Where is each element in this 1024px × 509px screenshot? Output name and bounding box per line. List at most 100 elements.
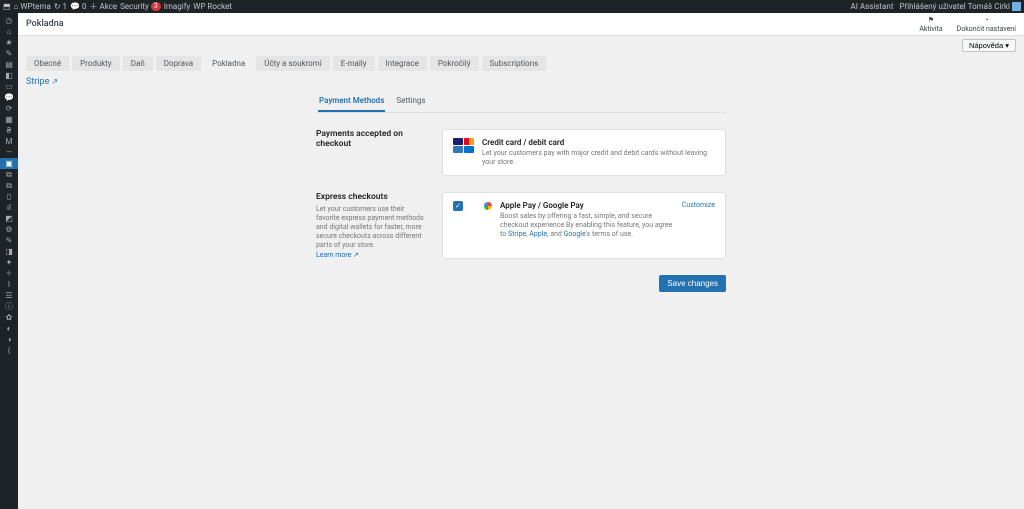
imagify-menu[interactable]: Imagify [164,2,191,11]
sidebar-item-3[interactable]: ✎ [0,48,18,59]
sidebar-item-12[interactable]: — [0,147,18,158]
sidebar-item-0[interactable]: ◷ [0,15,18,26]
tab-obecné[interactable]: Obecné [26,56,69,71]
google-icon [484,202,492,210]
accepted-payments-title: Payments accepted on checkout [316,129,426,149]
sidebar-item-30[interactable]: ⟨ [0,345,18,356]
tab-subscriptions[interactable]: Subscriptions [482,56,547,71]
save-changes-button[interactable]: Save changes [659,275,726,292]
express-checkbox[interactable]: ✓ [453,201,463,211]
section-accepted-payments: Payments accepted on checkout Credit car… [316,129,726,176]
credit-card-desc: Let your customers pay with major credit… [482,149,715,167]
amex-icon [453,146,463,153]
mastercard-icon [464,138,474,145]
customize-link[interactable]: Customize [682,201,715,209]
sidebar-item-2[interactable]: ★ [0,37,18,48]
sidebar-item-17[interactable]: ıl [0,202,18,213]
user-menu[interactable]: Přihlášený uživatel Tomáš Cirkl [899,2,1021,11]
sidebar-item-18[interactable]: ◩ [0,213,18,224]
stripe-panel: Payment Methods Settings Payments accept… [316,93,726,292]
sidebar-item-25[interactable]: ☰ [0,290,18,301]
sidebar-item-8[interactable]: ⟳ [0,103,18,114]
sidebar-item-16[interactable]: ▯ [0,191,18,202]
sidebar-item-19[interactable]: ⚙ [0,224,18,235]
sidebar-item-27[interactable]: ✿ [0,312,18,323]
apple-google-title: Apple Pay / Google Pay [500,201,674,210]
security-badge: 3 [151,2,161,11]
sidebar-item-29[interactable]: ◑ [0,334,18,345]
credit-card-card: Credit card / debit card Let your custom… [442,129,726,176]
progress-ring-icon: ◔ [984,16,988,24]
section-express-checkouts: Express checkouts Let your customers use… [316,192,726,259]
sidebar-item-14[interactable]: ⧉ [0,169,18,180]
help-button[interactable]: Nápověda ▾ [962,39,1016,52]
admin-bar-left: ⬒ ⌂ WPtema ↻ 1 💬 0 ＋ Akce Security 3 Ima… [3,1,232,12]
sidebar-item-11[interactable]: M [0,136,18,147]
updates[interactable]: ↻ 1 [54,2,67,11]
sidebar-item-4[interactable]: ▤ [0,59,18,70]
tab-doprava[interactable]: Doprava [156,56,201,71]
wp-logo-icon[interactable]: ⬒ [3,2,11,11]
tab-e-maily[interactable]: E-maily [333,56,375,71]
subtab-payment-methods[interactable]: Payment Methods [318,93,385,112]
sidebar-item-28[interactable]: ◐ [0,323,18,334]
site-name[interactable]: ⌂ WPtema [14,2,51,11]
express-title: Express checkouts [316,192,426,202]
sidebar-item-1[interactable]: ⌂ [0,26,18,37]
google-tos-link[interactable]: Google [564,230,586,238]
subtab-settings[interactable]: Settings [395,93,426,112]
credit-card-title: Credit card / debit card [482,138,715,147]
tab-pokročilý[interactable]: Pokročilý [430,56,479,71]
content-area: Pokladna ⚑ Aktivita ◔ Dokončit nastavení… [18,13,1024,509]
stripe-subtabs: Payment Methods Settings [316,93,726,113]
apple-google-desc: Boost sales by offering a fast, simple, … [500,212,674,239]
express-desc: Let your customers use their favorite ex… [316,205,426,250]
tab-daň[interactable]: Daň [123,56,153,71]
finish-setup-button[interactable]: ◔ Dokončit nastavení [957,16,1016,33]
stripe-section-label: Stripe↗ [18,71,1024,91]
external-link-icon: ↗ [51,77,58,86]
sidebar-item-26[interactable]: ⓘ [0,301,18,312]
wc-settings-tabs: ObecnéProduktyDaňDopravaPokladnaÚčty a s… [18,52,1024,71]
sidebar-item-10[interactable]: ₴ [0,125,18,136]
sidebar-item-23[interactable]: ✧ [0,268,18,279]
flag-icon: ⚑ [928,16,934,24]
sidebar-item-13[interactable]: ▣ [0,158,18,169]
comments[interactable]: 💬 0 [70,2,86,11]
tab-produkty[interactable]: Produkty [72,56,120,71]
sidebar-item-20[interactable]: ✎ [0,235,18,246]
admin-bar: ⬒ ⌂ WPtema ↻ 1 💬 0 ＋ Akce Security 3 Ima… [0,0,1024,13]
sidebar-item-6[interactable]: ▭ [0,81,18,92]
apple-icon [471,201,481,211]
tab-účty-a-soukromí[interactable]: Účty a soukromí [256,56,329,71]
page-title: Pokladna [26,19,64,29]
tab-pokladna[interactable]: Pokladna [204,56,253,71]
admin-bar-right: AI Assistant Přihlášený uživatel Tomáš C… [851,2,1022,11]
stripe-link[interactable]: Stripe↗ [26,77,58,87]
card-brand-icons [453,138,474,153]
apple-tos-link[interactable]: Apple [529,230,547,238]
sidebar-item-24[interactable]: ⌇ [0,279,18,290]
sidebar-item-5[interactable]: ◧ [0,70,18,81]
sidebar-item-15[interactable]: ⧉ [0,180,18,191]
visa-icon [453,138,463,145]
sidebar-item-7[interactable]: 💬 [0,92,18,103]
learn-more-link[interactable]: Learn more ↗ [316,251,359,259]
sidebar-item-21[interactable]: ◨ [0,246,18,257]
save-bar: Save changes [316,275,726,292]
sidebar-item-9[interactable]: ▦ [0,114,18,125]
ai-assistant[interactable]: AI Assistant [851,2,894,11]
new-content[interactable]: ＋ Akce [90,1,118,12]
avatar [1012,2,1021,11]
admin-sidebar: ◷⌂★✎▤◧▭💬⟳▦₴M—▣⧉⧉▯ıl◩⚙✎◨✦✧⌇☰ⓘ✿◐◑⟨ [0,13,18,509]
help-bar: Nápověda ▾ [18,36,1024,52]
apple-google-pay-card: ✓ Apple Pay / Google Pay Boost sales by … [442,192,726,259]
page-header: Pokladna ⚑ Aktivita ◔ Dokončit nastavení [18,13,1024,36]
security-menu[interactable]: Security 3 [120,2,161,11]
sidebar-item-22[interactable]: ✦ [0,257,18,268]
stripe-tos-link[interactable]: Stripe [508,230,526,238]
wprocket-menu[interactable]: WP Rocket [193,2,232,11]
activity-button[interactable]: ⚑ Aktivita [919,16,942,33]
card-icon [464,146,474,153]
tab-integrace[interactable]: Integrace [378,56,427,71]
